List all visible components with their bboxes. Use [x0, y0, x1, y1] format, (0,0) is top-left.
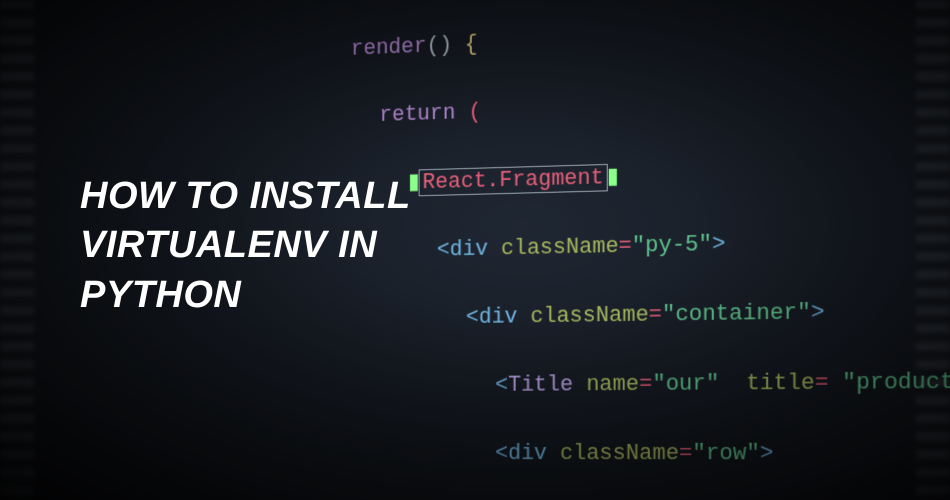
code-token: =: [619, 233, 632, 259]
code-token: "py-5": [632, 231, 712, 258]
code-token: name: [573, 372, 639, 398]
code-token: =: [639, 372, 652, 398]
code-token: >: [760, 441, 774, 467]
code-token: title: [719, 370, 814, 396]
code-token: Title: [508, 372, 573, 398]
page-title: HOW TO INSTALL VIRTUALENV IN PYTHON: [80, 172, 520, 320]
code-token: render: [351, 34, 427, 62]
code-token: >: [712, 231, 725, 257]
code-token: "product: [828, 369, 950, 396]
code-token: >: [811, 300, 825, 326]
code-token: <: [495, 441, 508, 466]
code-token: return: [379, 101, 455, 129]
code-token: "container": [662, 300, 811, 328]
photo-edge-left: [0, 0, 34, 500]
code-token: =: [649, 302, 662, 328]
code-token: (): [427, 33, 452, 59]
code-token: "our": [652, 371, 719, 397]
code-token: {: [452, 32, 478, 58]
code-token: <: [495, 373, 508, 398]
code-token: =: [815, 370, 829, 396]
code-token: (: [456, 100, 482, 126]
code-token: =: [679, 441, 692, 467]
code-token: "row": [692, 441, 760, 467]
code-token: className: [517, 302, 648, 329]
code-token: className: [547, 441, 679, 467]
code-token: div: [508, 441, 547, 466]
cursor-icon: ▮: [607, 164, 619, 190]
